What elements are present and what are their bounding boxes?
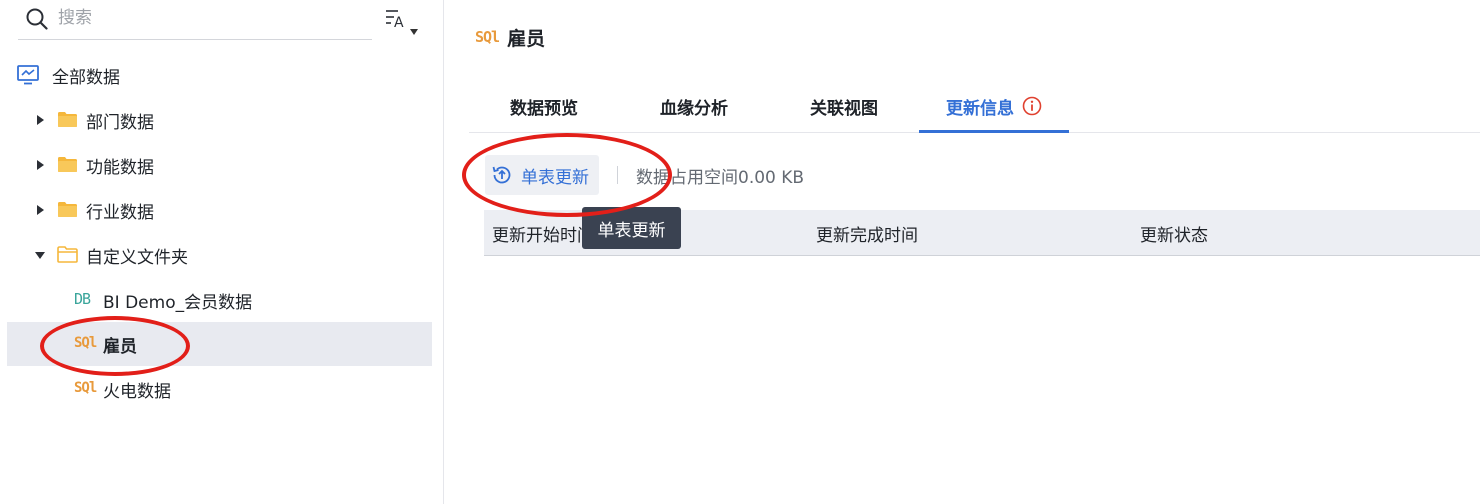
tree-item-folder-expanded[interactable]: 自定义文件夹 <box>0 233 444 277</box>
tree-root-all-data[interactable]: 全部数据 <box>0 53 444 97</box>
svg-text:A: A <box>394 15 404 31</box>
page-header: SQl 雇员 <box>475 24 545 50</box>
search-input[interactable] <box>58 4 358 32</box>
tab-label: 数据预览 <box>510 98 578 119</box>
caret-right-icon[interactable] <box>37 205 44 215</box>
sql-icon: SQl <box>74 380 97 396</box>
tab-label: 血缘分析 <box>660 98 728 119</box>
sql-icon: SQl <box>475 28 500 46</box>
tab-related-view[interactable]: 关联视图 <box>793 80 895 132</box>
monitor-icon <box>17 65 39 85</box>
tab-bar: 数据预览 血缘分析 关联视图 更新信息 <box>469 80 1480 133</box>
tooltip: 单表更新 <box>582 207 681 249</box>
tab-label: 更新信息 <box>946 98 1014 119</box>
tree-item-label: 自定义文件夹 <box>86 247 188 268</box>
single-table-update-label: 单表更新 <box>521 167 589 188</box>
db-icon: DB <box>74 290 91 308</box>
folder-icon <box>58 112 77 127</box>
storage-usage-text: 数据占用空间0.00 KB <box>636 167 805 188</box>
toolbar: 单表更新 数据占用空间0.00 KB <box>485 155 804 195</box>
column-header-end-time[interactable]: 更新完成时间 <box>816 210 918 256</box>
tab-update-info[interactable]: 更新信息 <box>919 80 1069 133</box>
tree-item-folder[interactable]: 行业数据 <box>0 188 444 232</box>
sort-button[interactable]: A <box>384 6 420 40</box>
tree-item-label: 行业数据 <box>86 202 154 223</box>
column-header-status[interactable]: 更新状态 <box>1140 210 1208 256</box>
tree-item-folder[interactable]: 部门数据 <box>0 98 444 142</box>
tree-item-label: 功能数据 <box>86 157 154 178</box>
tree-item-db[interactable]: DB BI Demo_会员数据 <box>0 278 444 322</box>
tab-label: 关联视图 <box>810 98 878 119</box>
tree-item-label: 雇员 <box>103 336 137 357</box>
tree-item-label: 火电数据 <box>103 381 171 402</box>
tree-item-label: BI Demo_会员数据 <box>103 292 253 313</box>
tab-lineage-analysis[interactable]: 血缘分析 <box>643 80 745 132</box>
tree-item-sql-selected[interactable]: SQl 雇员 <box>7 322 432 366</box>
search-icon <box>26 8 48 30</box>
sidebar: A 全部数据 部门数据 功能数据 <box>0 0 444 504</box>
tree-item-label: 部门数据 <box>86 112 154 133</box>
caret-down-icon[interactable] <box>35 252 45 259</box>
caret-right-icon[interactable] <box>37 160 44 170</box>
tree-item-sql[interactable]: SQl 火电数据 <box>0 367 444 411</box>
folder-icon <box>58 202 77 217</box>
tree-root-label: 全部数据 <box>52 67 120 88</box>
chevron-down-icon <box>410 29 418 35</box>
sort-icon: A <box>386 10 404 31</box>
sql-icon: SQl <box>74 335 97 351</box>
single-table-update-button[interactable]: 单表更新 <box>485 155 599 195</box>
upload-refresh-icon <box>492 166 511 184</box>
caret-right-icon[interactable] <box>37 115 44 125</box>
info-icon[interactable] <box>1022 96 1042 116</box>
page-title: 雇员 <box>507 27 546 50</box>
tab-data-preview[interactable]: 数据预览 <box>493 80 595 132</box>
main-panel: SQl 雇员 数据预览 血缘分析 关联视图 更新信息 单表更新 数据占用空间0.… <box>445 0 1480 504</box>
folder-open-icon <box>57 246 78 263</box>
search-bar <box>18 0 372 40</box>
folder-icon <box>58 157 77 172</box>
tree-item-folder[interactable]: 功能数据 <box>0 143 444 187</box>
divider <box>617 166 618 184</box>
column-header-start-time[interactable]: 更新开始时间 <box>492 210 594 256</box>
